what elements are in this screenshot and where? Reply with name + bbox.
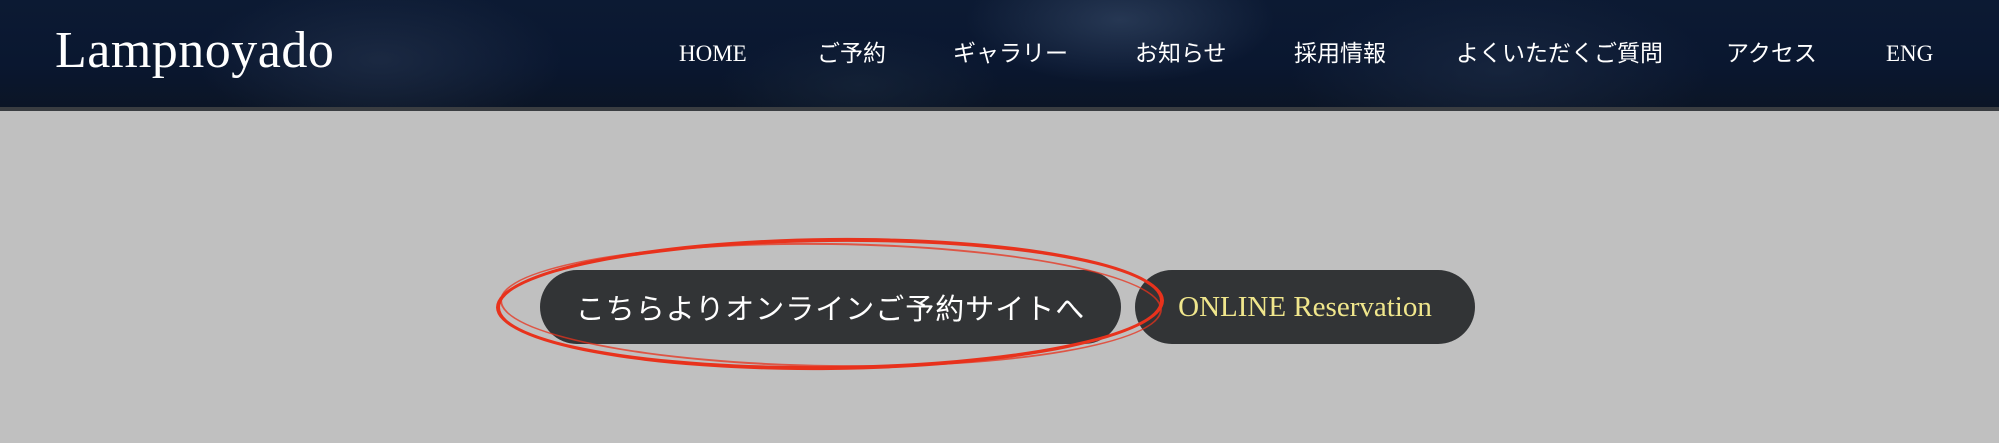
header-divider [0, 107, 1999, 111]
online-reservation-button-jp[interactable]: こちらよりオンラインご予約サイトへ [540, 270, 1121, 344]
nav-item-news[interactable]: お知らせ [1135, 38, 1227, 70]
online-reservation-button-en[interactable]: ONLINE Reservation [1135, 270, 1475, 344]
main-nav: HOME ご予約 ギャラリー お知らせ 採用情報 よくいただくご質問 アクセス … [0, 38, 1999, 70]
nav-item-access[interactable]: アクセス [1726, 38, 1817, 70]
nav-item-reservation[interactable]: ご予約 [817, 38, 886, 70]
nav-item-english[interactable]: ENG [1886, 38, 1933, 70]
nav-item-recruit[interactable]: 採用情報 [1294, 38, 1386, 70]
nav-item-gallery[interactable]: ギャラリー [953, 38, 1068, 70]
site-header: Lampnoyado HOME ご予約 ギャラリー お知らせ 採用情報 よくいた… [0, 0, 1999, 107]
nav-item-faq[interactable]: よくいただくご質問 [1456, 38, 1663, 70]
nav-item-home[interactable]: HOME [679, 38, 747, 70]
